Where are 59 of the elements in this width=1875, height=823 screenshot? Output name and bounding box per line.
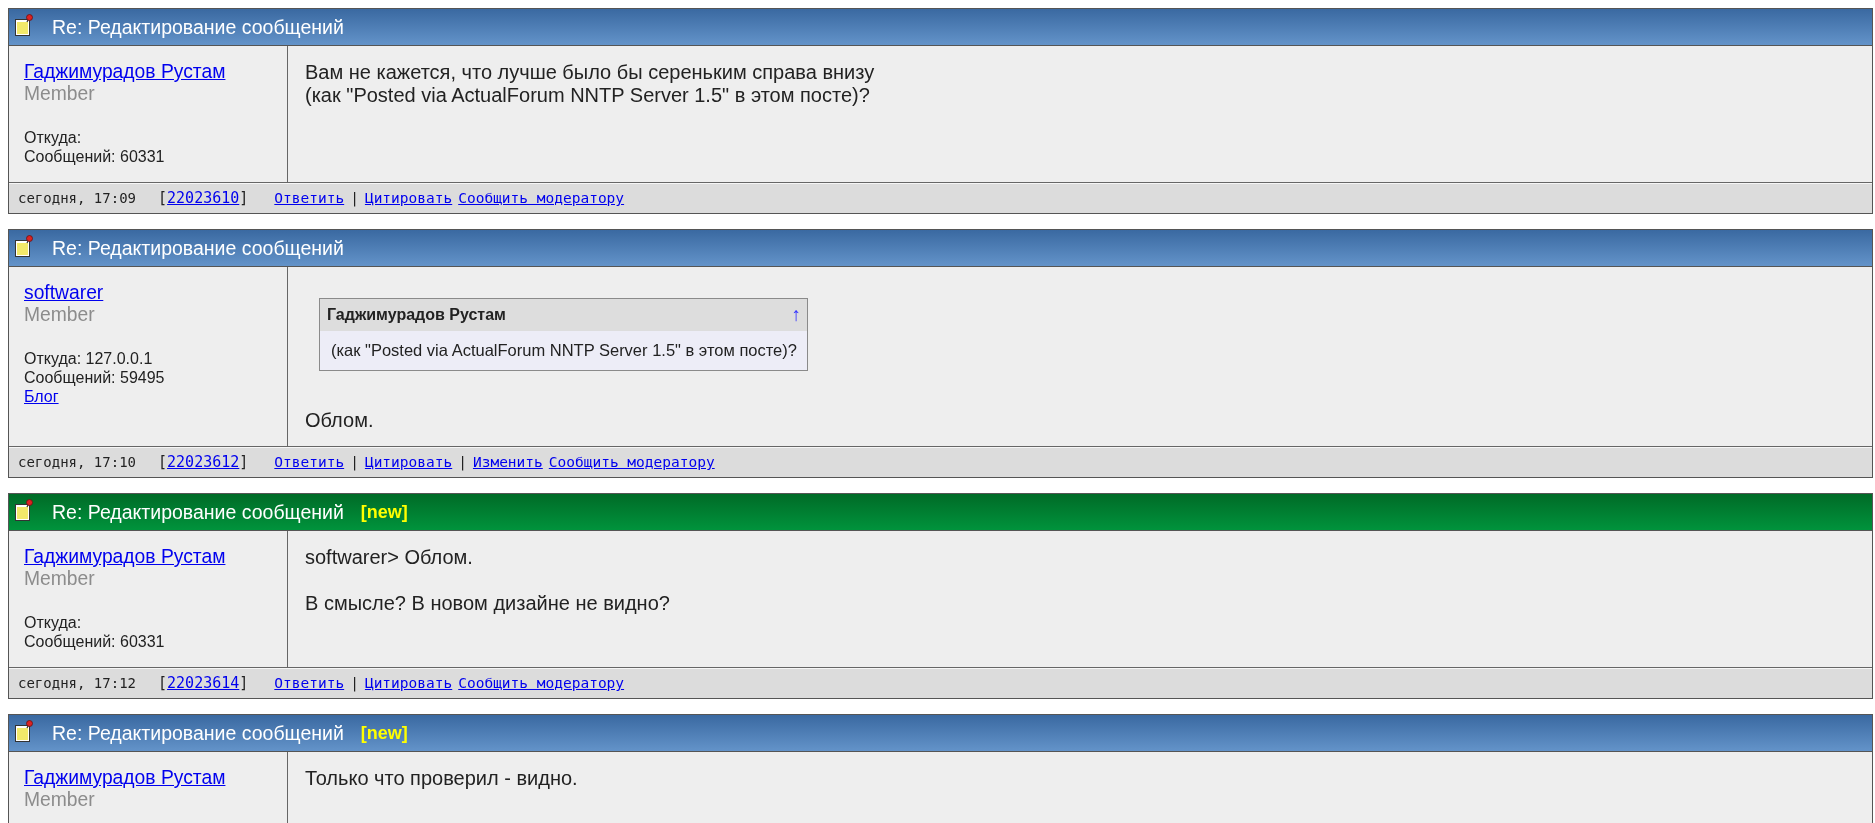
- author-rank: Member: [24, 789, 95, 811]
- message-text: softwarer> Облом.: [305, 546, 473, 569]
- message-text: Облом.: [305, 409, 374, 432]
- author-link[interactable]: Гаджимурадов Рустам: [24, 546, 226, 568]
- pinned-note-icon: [15, 720, 33, 742]
- post-title: Re: Редактирование сообщений: [52, 721, 344, 745]
- author-message-count: Сообщений: 60331: [24, 147, 165, 166]
- action-link[interactable]: Цитировать: [364, 675, 453, 691]
- author-location: Откуда:: [24, 128, 82, 147]
- open-bracket: [: [158, 453, 168, 471]
- post-date: сегодня, 17:12: [18, 675, 136, 691]
- message-text: В смысле? В новом дизайне не видно?: [305, 592, 670, 615]
- author-rank: Member: [24, 304, 95, 326]
- message-text: Вам не кажется, что лучше было бы сереньким справа внизу (как "Posted via ActualForum NNTP Server 1.5" в этом посте)?: [305, 61, 875, 107]
- author-location: Откуда:: [24, 613, 82, 632]
- action-link[interactable]: Цитировать: [364, 190, 453, 206]
- new-tag: [new]: [360, 722, 408, 744]
- author-rank: Member: [24, 568, 95, 590]
- new-tag: [new]: [360, 501, 408, 523]
- author-link[interactable]: Гаджимурадов Рустам: [24, 61, 226, 83]
- post-date: сегодня, 17:10: [18, 454, 136, 470]
- close-bracket: ]: [239, 453, 249, 471]
- quote-source-link[interactable]: ↑: [791, 304, 801, 326]
- post-number-link[interactable]: 22023614: [167, 674, 240, 692]
- close-bracket: ]: [239, 189, 249, 207]
- author-message-count: Сообщений: 60331: [24, 632, 165, 651]
- action-link[interactable]: Изменить: [472, 454, 543, 470]
- separator-text: |: [458, 454, 467, 470]
- action-link[interactable]: Цитировать: [364, 454, 453, 470]
- author-rank: Member: [24, 83, 95, 105]
- quote-author: Гаджимурадов Рустам: [327, 306, 506, 324]
- pinned-note-icon: [15, 235, 33, 257]
- author-message-count: Сообщений: 59495: [24, 368, 165, 387]
- open-bracket: [: [158, 189, 168, 207]
- quote-text: (как "Posted via ActualForum NNTP Server 1.5" в этом посте)?: [330, 340, 798, 361]
- separator-text: |: [350, 675, 359, 691]
- action-link[interactable]: Ответить: [274, 454, 345, 470]
- action-link[interactable]: Ответить: [274, 675, 345, 691]
- pinned-note-icon: [15, 14, 33, 36]
- separator-text: |: [350, 454, 359, 470]
- author-link[interactable]: softwarer: [24, 282, 104, 304]
- author-location: Откуда: 127.0.0.1: [24, 349, 153, 368]
- post-date: сегодня, 17:09: [18, 190, 136, 206]
- message-text: Только что проверил - видно.: [305, 767, 578, 790]
- pinned-note-icon: [15, 499, 33, 521]
- post-title: Re: Редактирование сообщений: [52, 236, 344, 260]
- post-title: Re: Редактирование сообщений: [52, 500, 344, 524]
- close-bracket: ]: [239, 674, 249, 692]
- blog-link[interactable]: Блог: [24, 387, 59, 407]
- separator-text: |: [350, 190, 359, 206]
- post-number-link[interactable]: 22023610: [167, 189, 240, 207]
- action-link[interactable]: Ответить: [274, 190, 345, 206]
- action-link[interactable]: Сообщить модератору: [458, 675, 625, 691]
- post-number-link[interactable]: 22023612: [167, 453, 240, 471]
- action-link[interactable]: Сообщить модератору: [458, 190, 625, 206]
- author-link[interactable]: Гаджимурадов Рустам: [24, 767, 226, 789]
- action-link[interactable]: Сообщить модератору: [548, 454, 715, 470]
- post-title: Re: Редактирование сообщений: [52, 15, 344, 39]
- open-bracket: [: [158, 674, 168, 692]
